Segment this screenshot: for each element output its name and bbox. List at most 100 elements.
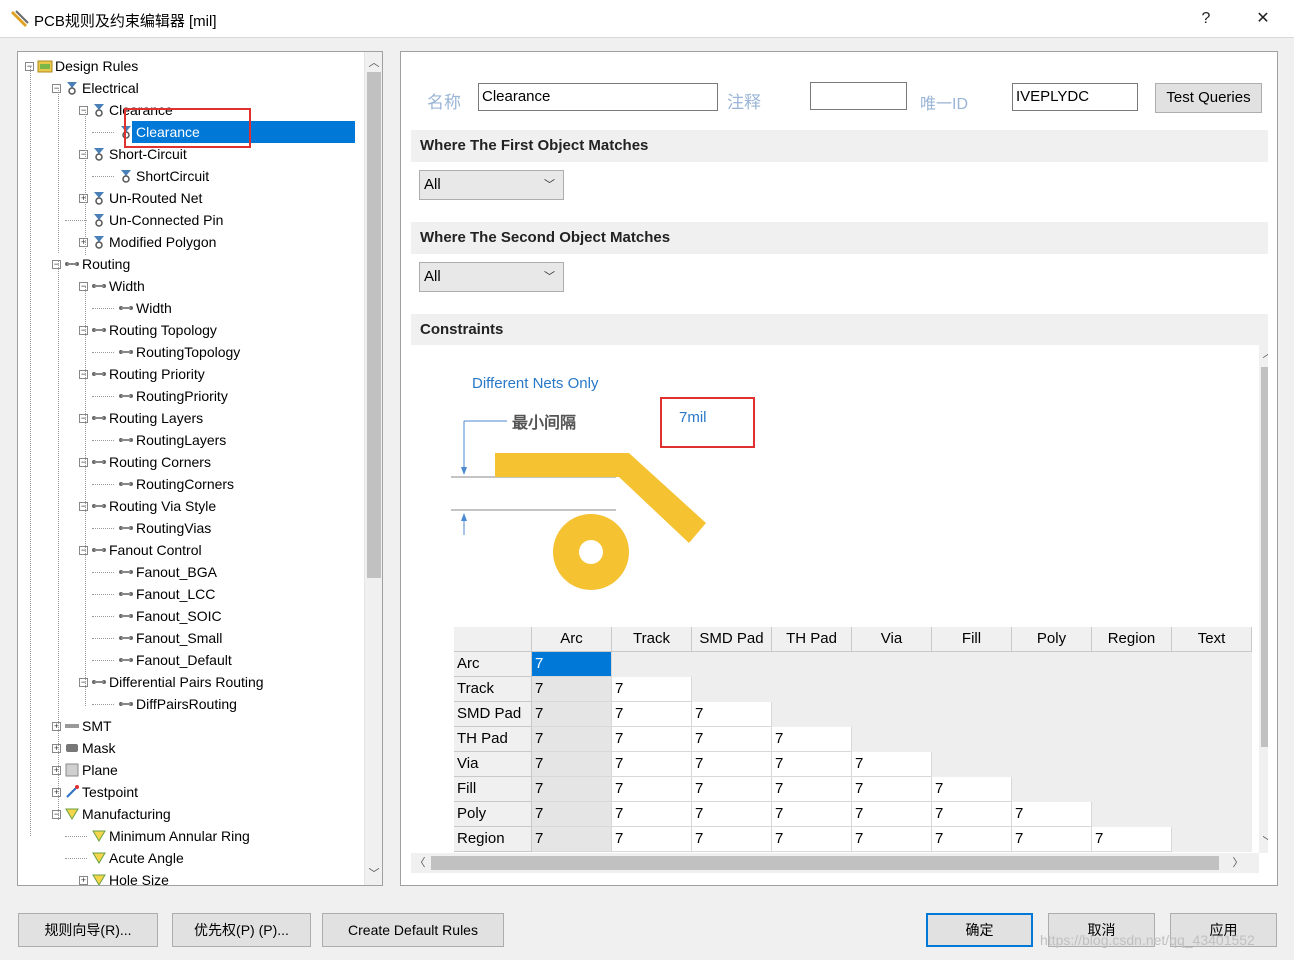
expand-icon[interactable]: +: [79, 194, 88, 203]
tree-item[interactable]: Fanout_LCC: [18, 583, 363, 605]
expand-icon[interactable]: +: [52, 788, 61, 797]
help-button[interactable]: ?: [1186, 6, 1226, 32]
tree-item[interactable]: RoutingTopology: [18, 341, 363, 363]
scroll-up-icon[interactable]: ︿: [1259, 345, 1269, 363]
nets-mode-link[interactable]: Different Nets Only: [472, 375, 598, 392]
matrix-cell[interactable]: 7: [1012, 827, 1092, 852]
tree-item[interactable]: RoutingPriority: [18, 385, 363, 407]
matrix-cell[interactable]: 7: [772, 802, 852, 827]
collapse-icon[interactable]: −: [79, 458, 88, 467]
matrix-cell[interactable]: 7: [612, 727, 692, 752]
matrix-cell[interactable]: 7: [612, 802, 692, 827]
tree-item[interactable]: Acute Angle: [18, 847, 363, 869]
priorities-button[interactable]: 优先权(P) (P)...: [172, 913, 311, 947]
comment-input[interactable]: [810, 82, 907, 110]
tree-item[interactable]: + Plane: [18, 759, 363, 781]
matrix-cell[interactable]: 7: [612, 677, 692, 702]
tree-item[interactable]: − Routing Priority: [18, 363, 363, 385]
second-match-select[interactable]: All ﹀: [419, 262, 564, 292]
uid-input[interactable]: IVEPLYDC: [1012, 83, 1138, 111]
tree-item[interactable]: Fanout_Small: [18, 627, 363, 649]
tree-item[interactable]: + Hole Size: [18, 869, 363, 885]
tree-item[interactable]: Fanout_SOIC: [18, 605, 363, 627]
matrix-cell[interactable]: 7: [772, 727, 852, 752]
matrix-cell[interactable]: 7: [852, 752, 932, 777]
expand-icon[interactable]: +: [79, 876, 88, 885]
tree-item[interactable]: − Routing Topology: [18, 319, 363, 341]
matrix-cell[interactable]: 7: [852, 827, 932, 852]
scroll-down-icon[interactable]: ﹀: [365, 865, 382, 883]
tree-item[interactable]: + Mask: [18, 737, 363, 759]
tree-item[interactable]: − Routing Via Style: [18, 495, 363, 517]
constraints-vscroll[interactable]: ︿ ﹀: [1259, 345, 1268, 853]
matrix-cell[interactable]: 7: [772, 827, 852, 852]
collapse-icon[interactable]: −: [79, 678, 88, 687]
scroll-down-icon[interactable]: ﹀: [1259, 833, 1269, 851]
scroll-left-icon[interactable]: 〈: [411, 854, 429, 872]
collapse-icon[interactable]: −: [52, 84, 61, 93]
collapse-icon[interactable]: −: [79, 326, 88, 335]
tree-scrollbar[interactable]: ︿ ﹀: [364, 52, 382, 885]
matrix-cell[interactable]: 7: [532, 652, 612, 677]
hscroll-thumb[interactable]: [431, 856, 1219, 870]
collapse-icon[interactable]: −: [79, 546, 88, 555]
collapse-icon[interactable]: −: [79, 282, 88, 291]
matrix-cell[interactable]: 7: [532, 777, 612, 802]
tree-item[interactable]: Fanout_BGA: [18, 561, 363, 583]
expand-icon[interactable]: +: [52, 744, 61, 753]
collapse-icon[interactable]: −: [79, 502, 88, 511]
name-input[interactable]: Clearance: [478, 83, 718, 111]
tree-item[interactable]: Fanout_Default: [18, 649, 363, 671]
expand-icon[interactable]: +: [52, 722, 61, 731]
matrix-cell[interactable]: 7: [692, 777, 772, 802]
matrix-cell[interactable]: 7: [852, 777, 932, 802]
collapse-icon[interactable]: −: [79, 414, 88, 423]
collapse-icon[interactable]: −: [79, 370, 88, 379]
matrix-cell[interactable]: 7: [532, 702, 612, 727]
tree-item[interactable]: + SMT: [18, 715, 363, 737]
matrix-cell[interactable]: 7: [852, 802, 932, 827]
expand-icon[interactable]: +: [79, 238, 88, 247]
vscroll-thumb[interactable]: [1261, 367, 1268, 747]
scroll-right-icon[interactable]: 〉: [1229, 854, 1247, 872]
tree-item[interactable]: − Differential Pairs Routing: [18, 671, 363, 693]
tree-item[interactable]: ShortCircuit: [18, 165, 363, 187]
matrix-cell[interactable]: 7: [692, 727, 772, 752]
matrix-cell[interactable]: 7: [532, 827, 612, 852]
matrix-cell[interactable]: 7: [692, 802, 772, 827]
tree-item[interactable]: RoutingCorners: [18, 473, 363, 495]
tree-item[interactable]: Minimum Annular Ring: [18, 825, 363, 847]
collapse-icon[interactable]: −: [52, 260, 61, 269]
tree-item[interactable]: + Modified Polygon: [18, 231, 363, 253]
matrix-cell[interactable]: 7: [612, 752, 692, 777]
matrix-cell[interactable]: 7: [1012, 802, 1092, 827]
tree-item[interactable]: − Fanout Control: [18, 539, 363, 561]
matrix-cell[interactable]: 7: [772, 777, 852, 802]
matrix-cell[interactable]: 7: [772, 752, 852, 777]
matrix-cell[interactable]: 7: [612, 827, 692, 852]
constraints-hscroll[interactable]: 〈 〉: [411, 853, 1259, 873]
matrix-cell[interactable]: 7: [932, 777, 1012, 802]
tree-item[interactable]: − Width: [18, 275, 363, 297]
matrix-cell[interactable]: 7: [692, 752, 772, 777]
collapse-icon[interactable]: −: [79, 150, 88, 159]
tree-item[interactable]: − Manufacturing: [18, 803, 363, 825]
tree-item[interactable]: − Routing Layers: [18, 407, 363, 429]
collapse-icon[interactable]: −: [52, 810, 61, 819]
rules-tree[interactable]: − Design Rules − Electrical − Clearance Cleara…: [17, 51, 383, 886]
matrix-cell[interactable]: 7: [692, 827, 772, 852]
matrix-cell[interactable]: 7: [932, 802, 1012, 827]
tree-item[interactable]: + Testpoint: [18, 781, 363, 803]
matrix-cell[interactable]: 7: [612, 702, 692, 727]
test-queries-button[interactable]: Test Queries: [1155, 83, 1262, 113]
matrix-cell[interactable]: 7: [532, 677, 612, 702]
tree-item[interactable]: Width: [18, 297, 363, 319]
tree-item[interactable]: − Routing: [18, 253, 363, 275]
tree-item[interactable]: DiffPairsRouting: [18, 693, 363, 715]
tree-item[interactable]: − Routing Corners: [18, 451, 363, 473]
matrix-cell[interactable]: 7: [1092, 827, 1172, 852]
matrix-cell[interactable]: 7: [532, 802, 612, 827]
collapse-icon[interactable]: −: [79, 106, 88, 115]
matrix-cell[interactable]: 7: [532, 727, 612, 752]
tree-item[interactable]: − Design Rules: [18, 55, 363, 77]
